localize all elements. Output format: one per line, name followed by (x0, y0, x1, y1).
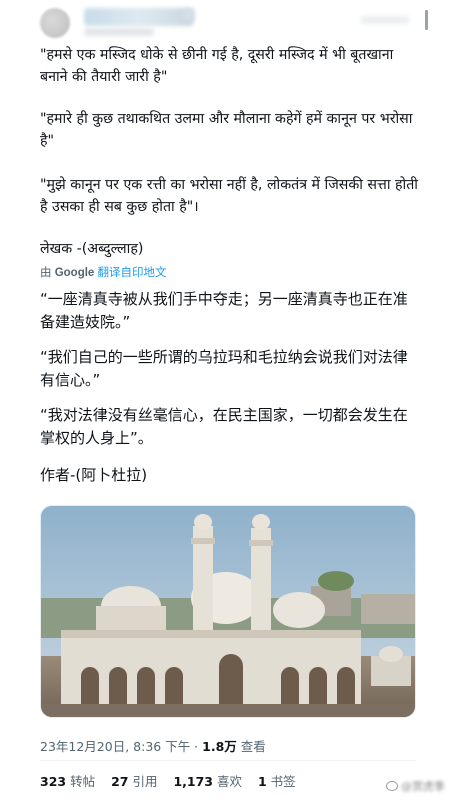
google-logo: Google (54, 267, 95, 279)
likes-count: 1,173 (173, 774, 213, 789)
bookmarks-count: 1 (257, 774, 267, 789)
reposts-count: 323 (40, 774, 67, 789)
post-image[interactable] (40, 505, 416, 718)
reposts-stat[interactable]: 323 转帖 (40, 774, 95, 789)
chinese-quote-3: “我对法律没有丝毫信心，在民主国家，一切都会发生在掌权的人身上”。 (40, 406, 408, 447)
reposts-label: 转帖 (66, 774, 96, 789)
likes-stat[interactable]: 1,173 喜欢 (173, 774, 242, 789)
bookmarks-label: 书签 (266, 774, 296, 789)
translate-link[interactable]: 翻译自印地文 (98, 267, 167, 279)
chinese-author: 作者-(阿卜杜拉) (40, 466, 148, 484)
translate-prefix: 由 (40, 267, 52, 279)
translation-attribution: 由 Google 翻译自印地文 (40, 264, 167, 280)
weibo-icon (386, 781, 398, 791)
hindi-quote-1: "हमसे एक मस्जिद धोके से छीनी गई है, दूसर… (40, 47, 394, 85)
watermark: @赏虎季 (386, 778, 445, 794)
verified-badge-blurred (182, 9, 194, 21)
follow-button-blurred[interactable] (360, 16, 410, 24)
mosque-photo (41, 506, 415, 717)
quotes-stat[interactable]: 27 引用 (111, 774, 157, 789)
bookmarks-stat[interactable]: 1 书签 (258, 774, 296, 789)
engagement-stats: 323 转帖 27 引用 1,173 喜欢 1 书签 (40, 771, 308, 790)
post-header (0, 0, 456, 40)
divider (40, 760, 416, 761)
hindi-quote-3: "मुझे कानून पर एक रत्ती का भरोसा नहीं है… (40, 177, 418, 215)
hindi-author: लेखक -(अब्दुल्लाह) (40, 241, 144, 257)
hindi-quote-2: "हमारे ही कुछ तथाकथित उलमा और मौलाना कहे… (40, 111, 413, 149)
watermark-text: @赏虎季 (401, 780, 445, 793)
author-handle-blurred (84, 28, 154, 36)
quotes-label: 引用 (128, 774, 158, 789)
views-count: 1.8万 (202, 739, 237, 754)
views-label: 查看 (236, 739, 266, 754)
post-timestamp: 23年12月20日, 8:36 下午 · 1.8万 查看 (40, 736, 266, 755)
chinese-quote-2: “我们自己的一些所谓的乌拉玛和毛拉纳会说我们对法律有信心。” (40, 348, 408, 389)
quotes-count: 27 (111, 774, 129, 789)
post-datetime[interactable]: 23年12月20日, 8:36 下午 · (40, 739, 202, 754)
author-name-blurred[interactable] (84, 8, 194, 26)
author-avatar[interactable] (40, 8, 70, 38)
likes-label: 喜欢 (212, 774, 242, 789)
more-menu-icon[interactable] (424, 10, 430, 30)
chinese-quote-1: “一座清真寺被从我们手中夺走；另一座清真寺也正在准备建造妓院。” (40, 290, 408, 331)
